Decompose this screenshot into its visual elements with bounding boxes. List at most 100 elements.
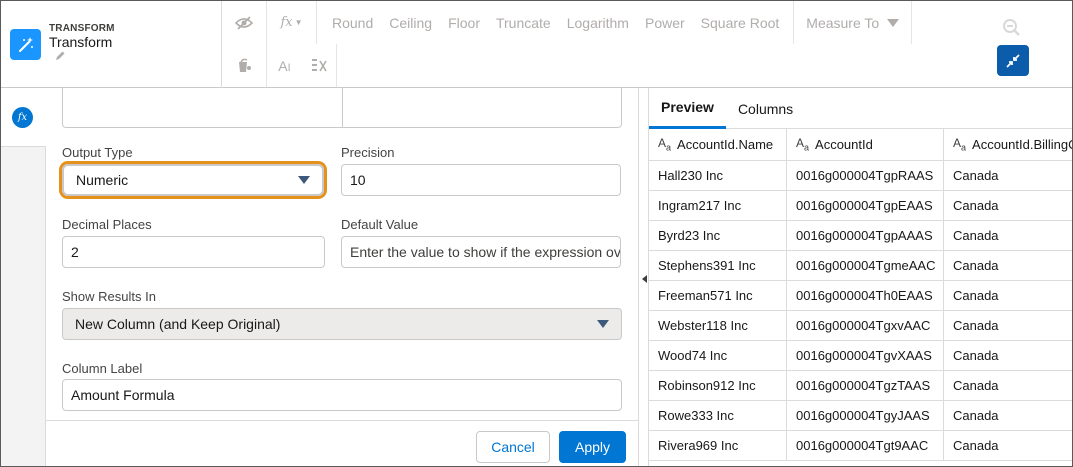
- previous-field-left[interactable]: [63, 88, 342, 127]
- table-row: Wood74 Inc 0016g000004TgvXAAS Canada: [649, 341, 1072, 371]
- table-cell: Wood74 Inc: [649, 341, 787, 370]
- column-header-label: AccountId.Name: [677, 137, 774, 152]
- table-cell: Canada: [944, 401, 1072, 430]
- left-rail: fx: [1, 88, 46, 466]
- table-cell: Robinson912 Inc: [649, 371, 787, 400]
- table-cell: Canada: [944, 341, 1072, 370]
- decimal-places-input[interactable]: 2: [62, 236, 325, 268]
- collapse-icon: [1006, 53, 1020, 68]
- table-cell: Canada: [944, 431, 1072, 460]
- text-type-icon: Aa: [953, 136, 967, 153]
- table-cell: 0016g000004Th0EAAS: [787, 281, 944, 310]
- brand-title: Transform: [49, 34, 113, 50]
- brand: TRANSFORM Transform: [1, 1, 222, 88]
- toolbar-power[interactable]: Power: [637, 1, 693, 44]
- default-value-input[interactable]: Enter the value to show if the expressio…: [341, 236, 621, 268]
- table-row: Webster118 Inc 0016g000004TgxvAAC Canada: [649, 311, 1072, 341]
- precision-label: Precision: [341, 145, 395, 160]
- measure-to-label: Measure To: [806, 14, 880, 31]
- chevron-left-icon: [642, 275, 647, 283]
- table-cell: Webster118 Inc: [649, 311, 787, 340]
- table-cell: Hall230 Inc: [649, 161, 787, 190]
- table-cell: Byrd23 Inc: [649, 221, 787, 250]
- formula-form: Output Type Numeric Precision 10 Decimal…: [46, 88, 638, 466]
- bucket-icon: [239, 58, 251, 72]
- text-type-icon: Aa: [658, 136, 672, 153]
- toolbar-ceiling[interactable]: Ceiling: [381, 1, 440, 44]
- table-cell: Canada: [944, 251, 1072, 280]
- chevron-down-icon: ▼: [294, 18, 303, 27]
- column-label-label: Column Label: [62, 361, 143, 376]
- apply-button[interactable]: Apply: [559, 431, 626, 463]
- table-cell: Canada: [944, 371, 1072, 400]
- table-row: Robinson912 Inc 0016g000004TgzTAAS Canad…: [649, 371, 1072, 401]
- table-cell: 0016g000004TgvXAAS: [787, 341, 944, 370]
- zoom-out-icon: [1003, 19, 1020, 36]
- zoom-out-button[interactable]: [999, 15, 1025, 41]
- tab-columns[interactable]: Columns: [726, 88, 805, 129]
- collapse-button[interactable]: [997, 45, 1029, 76]
- table-cell: Rowe333 Inc: [649, 401, 787, 430]
- column-header[interactable]: Aa AccountId.BillingC: [944, 129, 1073, 160]
- split-button[interactable]: [302, 44, 337, 87]
- table-cell: Canada: [944, 311, 1072, 340]
- rail-item-formula[interactable]: fx: [1, 88, 46, 146]
- toolbar-round[interactable]: Round: [317, 1, 381, 44]
- table-cell: Canada: [944, 221, 1072, 250]
- table-cell: Canada: [944, 191, 1072, 220]
- show-results-select[interactable]: New Column (and Keep Original): [62, 308, 622, 340]
- hide-column-button[interactable]: [222, 1, 267, 44]
- toolbar-row-1: fx ▼ Round Ceiling Floor Truncate Logari…: [222, 1, 913, 44]
- measure-to-dropdown[interactable]: Measure To: [794, 1, 913, 44]
- table-cell: 0016g000004TgmeAAC: [787, 251, 944, 280]
- chevron-down-icon: [597, 320, 609, 328]
- tab-preview[interactable]: Preview: [649, 88, 726, 129]
- table-cell: 0016g000004TgpAAAS: [787, 221, 944, 250]
- precision-input[interactable]: 10: [341, 164, 621, 196]
- output-type-value: Numeric: [76, 172, 129, 188]
- table-cell: 0016g000004TgpRAAS: [787, 161, 944, 190]
- cancel-button[interactable]: Cancel: [476, 431, 550, 463]
- default-value-label: Default Value: [341, 217, 419, 232]
- column-header[interactable]: Aa AccountId: [787, 129, 944, 160]
- split-column-icon: [312, 58, 327, 71]
- preview-grid: Aa AccountId.Name Aa AccountId Aa AccountId…: [649, 129, 1073, 461]
- column-header-label: AccountId.BillingC: [972, 137, 1073, 152]
- pencil-icon[interactable]: [54, 50, 66, 65]
- fx-icon: fx: [12, 107, 33, 128]
- table-cell: 0016g000004Tgt9AAC: [787, 431, 944, 460]
- toolbar-floor[interactable]: Floor: [440, 1, 488, 44]
- preview-tabs: Preview Columns: [649, 88, 1072, 129]
- text-case-button[interactable]: AI: [267, 44, 302, 87]
- table-cell: Freeman571 Inc: [649, 281, 787, 310]
- app-frame: TRANSFORM Transform fx ▼ Round Ceiling F…: [0, 0, 1073, 467]
- column-header[interactable]: Aa AccountId.Name: [649, 129, 787, 160]
- toolbar-logarithm[interactable]: Logarithm: [559, 1, 637, 44]
- previous-field-right[interactable]: [341, 88, 622, 127]
- toolbar-square-root[interactable]: Square Root: [693, 1, 795, 44]
- table-cell: Stephens391 Inc: [649, 251, 787, 280]
- form-footer: Cancel Apply: [46, 420, 638, 466]
- table-row: Stephens391 Inc 0016g000004TgmeAAC Canad…: [649, 251, 1072, 281]
- table-cell: Ingram217 Inc: [649, 191, 787, 220]
- table-body: Hall230 Inc 0016g000004TgpRAAS Canada In…: [649, 161, 1072, 461]
- table-cell: Canada: [944, 161, 1072, 190]
- chevron-down-icon: [298, 176, 310, 184]
- table-cell: 0016g000004TgzTAAS: [787, 371, 944, 400]
- table-row: Hall230 Inc 0016g000004TgpRAAS Canada: [649, 161, 1072, 191]
- column-label-input[interactable]: Amount Formula: [62, 379, 622, 411]
- table-cell: 0016g000004TgpEAAS: [787, 191, 944, 220]
- formula-dropdown-button[interactable]: fx ▼: [267, 1, 317, 44]
- output-type-label: Output Type: [62, 145, 133, 160]
- rail-filler: [1, 146, 46, 466]
- chevron-down-icon: [887, 18, 900, 27]
- text-case-icon: AI: [278, 57, 291, 74]
- panel-splitter[interactable]: [638, 88, 649, 466]
- toolbar-row-2: AI: [222, 44, 337, 87]
- toolbar-truncate[interactable]: Truncate: [488, 1, 559, 44]
- table-row: Ingram217 Inc 0016g000004TgpEAAS Canada: [649, 191, 1072, 221]
- table-cell: 0016g000004TgxvAAC: [787, 311, 944, 340]
- output-type-select[interactable]: Numeric: [62, 164, 324, 196]
- bucket-button[interactable]: [222, 44, 267, 87]
- previous-fields: [62, 88, 622, 128]
